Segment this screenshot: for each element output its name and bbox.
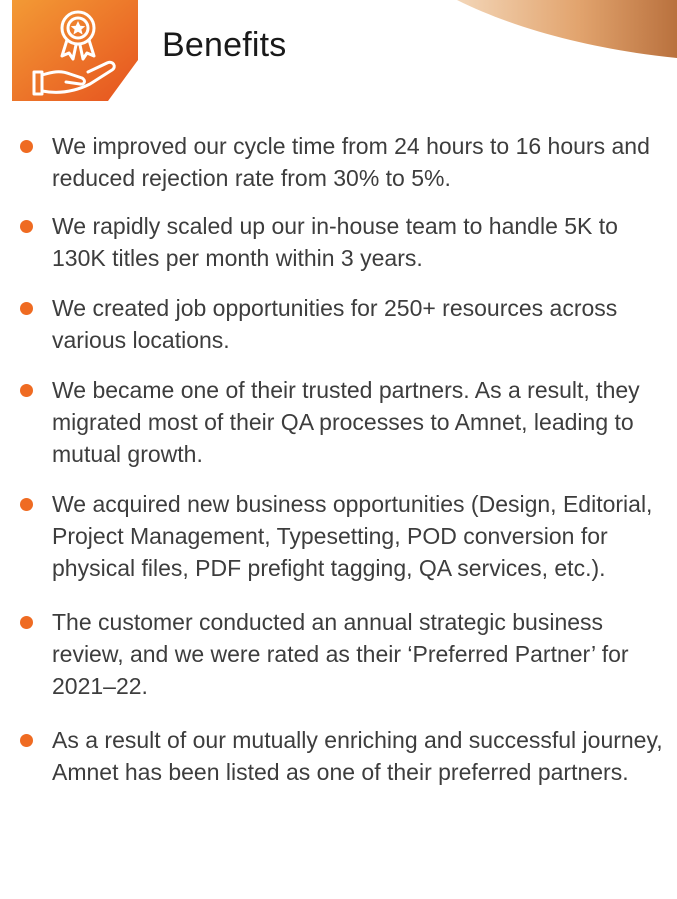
benefit-text: We created job opportunities for 250+ re…	[52, 295, 618, 353]
list-item: The customer conducted an annual strateg…	[0, 606, 677, 702]
bullet-dot	[20, 220, 33, 233]
list-item: We became one of their trusted partners.…	[0, 374, 677, 470]
page-title: Benefits	[162, 26, 287, 64]
benefit-text: As a result of our mutually enriching an…	[52, 727, 663, 785]
list-item: We improved our cycle time from 24 hours…	[0, 130, 677, 194]
bullet-dot	[20, 498, 33, 511]
bullet-dot	[20, 616, 33, 629]
bullet-dot	[20, 384, 33, 397]
benefit-text: We rapidly scaled up our in-house team t…	[52, 213, 618, 271]
benefit-text: The customer conducted an annual strateg…	[52, 609, 629, 699]
list-item: As a result of our mutually enriching an…	[0, 724, 677, 788]
bullet-dot	[20, 302, 33, 315]
benefits-badge	[12, 0, 138, 101]
benefit-text: We improved our cycle time from 24 hours…	[52, 133, 650, 191]
bullet-dot	[20, 140, 33, 153]
list-item: We rapidly scaled up our in-house team t…	[0, 210, 677, 274]
benefit-text: We became one of their trusted partners.…	[52, 377, 640, 467]
benefit-text: We acquired new business opportunities (…	[52, 491, 653, 581]
list-item: We acquired new business opportunities (…	[0, 488, 677, 584]
list-item: We created job opportunities for 250+ re…	[0, 292, 677, 356]
bullet-dot	[20, 734, 33, 747]
award-hand-icon	[12, 0, 138, 101]
benefits-list: We improved our cycle time from 24 hours…	[0, 130, 677, 804]
corner-swoosh-decoration	[457, 0, 677, 58]
